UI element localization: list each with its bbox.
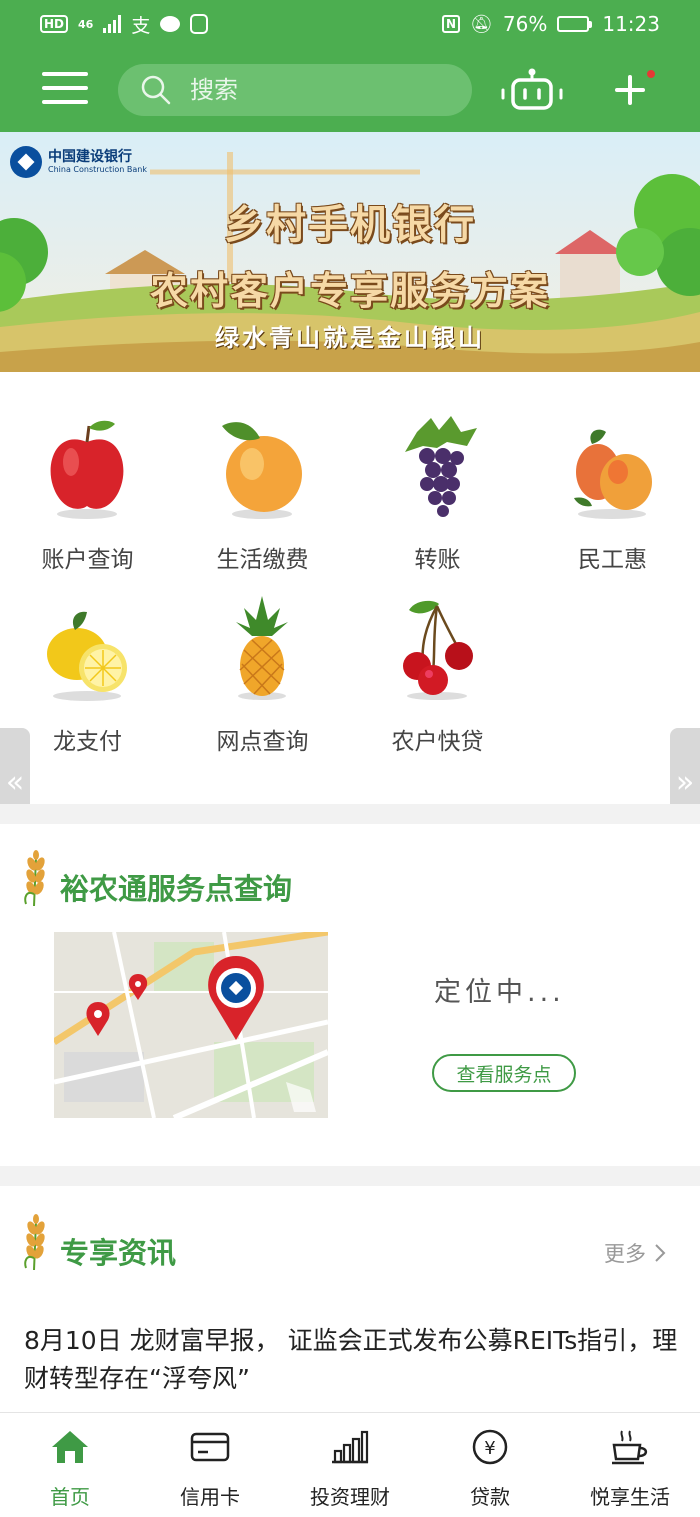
section-divider	[0, 1166, 700, 1186]
bottom-navigation: 首页 信用卡 投资理财 ¥ 贷款 悦享生活	[0, 1412, 700, 1517]
service-transfer[interactable]: 转账	[350, 372, 525, 573]
alipay-icon: 支	[131, 14, 151, 37]
nav-loan[interactable]: ¥ 贷款	[420, 1413, 560, 1517]
grapes-icon	[405, 416, 477, 517]
svg-text:¥: ¥	[484, 1438, 495, 1459]
home-icon	[52, 1431, 88, 1463]
news-title: 专享资讯	[60, 1236, 177, 1270]
nav-investment[interactable]: 投资理财	[280, 1413, 420, 1517]
lemon-icon	[47, 611, 127, 701]
search-bar[interactable]	[118, 64, 472, 116]
robot-icon[interactable]	[500, 68, 564, 112]
hd-badge: HD	[40, 15, 69, 33]
chevron-right-icon	[655, 1244, 666, 1262]
battery-icon	[557, 16, 593, 32]
shield-icon	[190, 14, 209, 34]
nav-label: 投资理财	[310, 1485, 390, 1509]
status-right: N 🔕︎ 76% 11:23	[442, 12, 660, 36]
promo-banner[interactable]: 中国建设银行 China Construction Bank 乡村手机银行 农村…	[0, 132, 700, 372]
battery-percent: 76%	[502, 12, 548, 36]
nav-label: 贷款	[470, 1485, 510, 1509]
apricot-icon	[222, 422, 302, 519]
nav-label: 首页	[50, 1485, 90, 1509]
wheat-icon	[24, 1214, 45, 1270]
ccb-logo-icon	[10, 146, 42, 178]
credit-card-icon	[190, 1432, 230, 1462]
view-service-points-button[interactable]: 查看服务点	[432, 1054, 576, 1092]
plus-icon[interactable]	[612, 72, 648, 108]
chat-icon	[160, 16, 181, 32]
signal-icon	[103, 15, 122, 33]
service-migrant-worker[interactable]: 民工惠	[525, 372, 700, 573]
news-headline[interactable]: 8月10日 龙财富早报， 证监会正式发布公募REITs指引，理财转型存在“浮夸风…	[24, 1322, 684, 1398]
banner-subtitle: 绿水青山就是金山银山	[215, 324, 485, 352]
yuan-coin-icon: ¥	[472, 1429, 508, 1465]
status-bar: HD 46 支 N 🔕︎ 76% 11:23	[0, 0, 700, 48]
coffee-cup-icon	[612, 1430, 648, 1465]
nfc-icon: N	[442, 15, 461, 33]
network-badge: 46	[78, 17, 94, 31]
nav-label: 悦享生活	[590, 1485, 670, 1509]
search-icon	[140, 74, 172, 106]
more-news-link[interactable]: 更多	[604, 1238, 666, 1268]
apple-icon	[50, 420, 124, 519]
bank-name-en: China Construction Bank	[48, 165, 147, 174]
status-left: HD 46 支	[40, 11, 209, 38]
mango-icon	[574, 429, 652, 519]
bank-name-cn: 中国建设银行	[48, 149, 132, 165]
banner-title-secondary: 农村客户专享服务方案	[149, 269, 550, 313]
bar-chart-icon	[332, 1430, 369, 1464]
bank-logo: 中国建设银行 China Construction Bank	[10, 146, 147, 178]
service-point-title: 裕农通服务点查询	[60, 872, 293, 906]
mute-bell-icon: 🔕︎	[470, 13, 493, 35]
service-branch-query[interactable]: 网点查询	[175, 554, 350, 755]
nav-label: 信用卡	[180, 1485, 240, 1509]
cherry-icon	[403, 600, 473, 700]
location-status: 定位中...	[434, 977, 565, 1008]
pineapple-icon	[236, 596, 288, 700]
nav-credit-card[interactable]: 信用卡	[140, 1413, 280, 1517]
service-point-section: 裕农通服务点查询 定位中... 查看服务点	[0, 824, 700, 1166]
service-farmer-loan[interactable]: 农户快贷	[350, 554, 525, 755]
app-screen: HD 46 支 N 🔕︎ 76% 11:23 搜索 中国建设银行 China C…	[0, 0, 700, 1517]
menu-icon[interactable]	[42, 72, 88, 106]
map-thumbnail[interactable]	[54, 932, 328, 1118]
nav-lifestyle[interactable]: 悦享生活	[560, 1413, 700, 1517]
service-label: 农户快贷	[391, 729, 484, 755]
search-input[interactable]	[190, 76, 440, 104]
app-header	[0, 48, 700, 132]
clock: 11:23	[602, 12, 660, 36]
service-label: 网点查询	[216, 729, 309, 755]
wheat-icon	[24, 850, 45, 906]
more-label: 更多	[604, 1242, 646, 1266]
service-long-pay[interactable]: 龙支付	[0, 554, 175, 755]
section-divider	[0, 804, 700, 824]
news-section: 专享资讯 更多 8月10日 龙财富早报， 证监会正式发布公募REITs指引，理财…	[0, 1186, 700, 1414]
service-account-query[interactable]: 账户查询	[0, 372, 175, 573]
nav-home[interactable]: 首页	[0, 1413, 140, 1517]
notification-dot	[645, 68, 657, 80]
service-bill-payment[interactable]: 生活缴费	[175, 372, 350, 573]
service-grid: 账户查询 生活缴费 转账 民工惠 龙支付 网点查询 农户快贷	[0, 372, 700, 804]
service-label: 民工惠	[578, 547, 647, 573]
banner-title: 乡村手机银行	[224, 202, 476, 248]
